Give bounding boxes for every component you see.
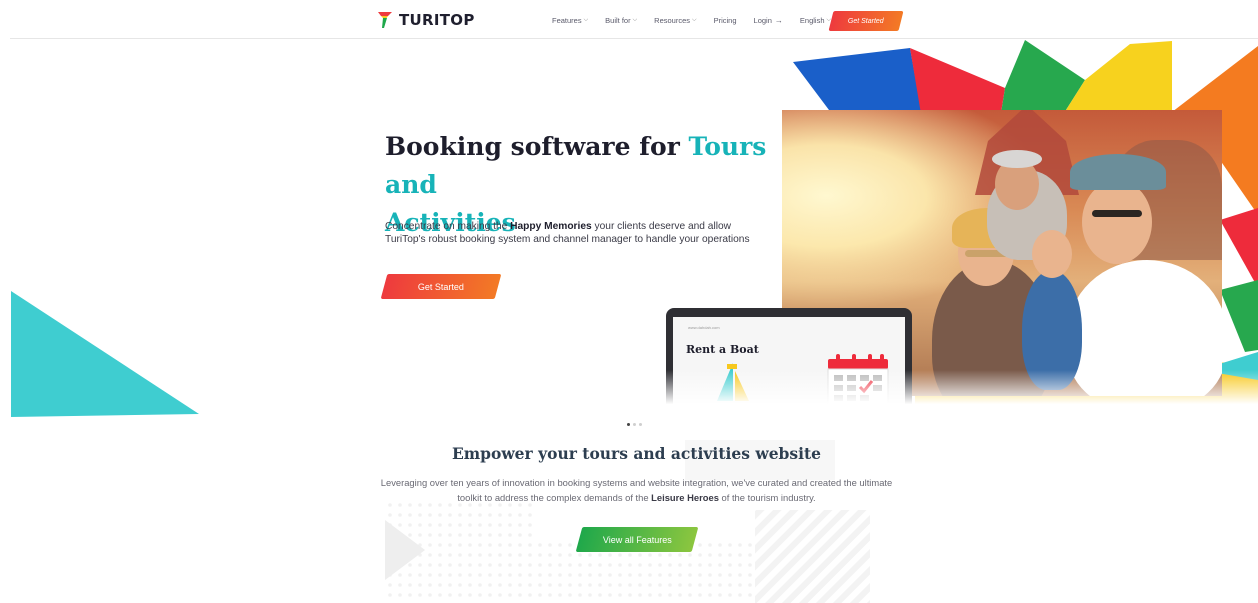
nav-divider <box>10 38 1258 39</box>
nav-item-label: English <box>799 16 825 25</box>
carousel-dots <box>627 423 642 426</box>
person-face <box>1032 230 1072 278</box>
decorative-teal-triangle <box>11 291 199 417</box>
hero-description-bold: Happy Memories <box>510 221 592 232</box>
laptop-url: www.dahdah.com <box>688 325 720 330</box>
nav-item-resources[interactable]: Resources ⌵ <box>654 16 696 25</box>
laptop-heading: Rent a Boat <box>686 343 759 356</box>
sunglasses-shape <box>1092 210 1142 217</box>
carousel-dot[interactable] <box>633 423 636 426</box>
button-label: View all Features <box>602 534 672 545</box>
features-description: Leveraging over ten years of innovation … <box>370 476 903 505</box>
features-description-bold: Leisure Heroes <box>651 491 719 503</box>
arrow-right-icon: → <box>774 16 783 25</box>
turitop-logo-icon <box>378 12 392 28</box>
nav-item-login[interactable]: Login → <box>754 16 783 25</box>
nav-item-label: Login <box>753 16 772 25</box>
chevron-down-icon: ⌵ <box>632 17 638 23</box>
nav-item-label: Built for <box>605 16 631 25</box>
chevron-down-icon: ⌵ <box>692 17 697 23</box>
get-started-nav-button[interactable]: Get Started <box>828 11 904 31</box>
carousel-dot[interactable] <box>627 423 630 426</box>
main-menu: Features ⌵ Built for ⌵ Resources ⌵ Pricing … <box>552 16 848 25</box>
language-selector[interactable]: English ⌵ <box>800 16 831 25</box>
turitop-logo[interactable]: TURITOP <box>377 11 475 29</box>
nav-item-features[interactable]: Features ⌵ <box>552 16 588 25</box>
nav-item-label: Features <box>552 16 582 25</box>
features-description-text: of the tourism industry. <box>718 491 816 503</box>
chevron-down-icon: ⌵ <box>583 17 589 23</box>
nav-item-built-for[interactable]: Built for ⌵ <box>605 16 637 25</box>
top-navigation: TURITOP Features ⌵ Built for ⌵ Resources ⌵ … <box>0 0 1258 38</box>
person-hat <box>1070 154 1166 190</box>
hero-description-text: Concentrate on making the <box>385 221 511 232</box>
get-started-hero-button[interactable]: Get Started <box>380 274 502 299</box>
nav-item-label: Resources <box>654 16 691 25</box>
artwork-fade <box>660 370 1258 406</box>
brand-name: TURITOP <box>399 11 475 29</box>
view-all-features-button[interactable]: View all Features <box>575 527 699 552</box>
background-pattern <box>385 440 870 603</box>
features-title: Empower your tours and activities websit… <box>451 444 822 463</box>
carousel-dot[interactable] <box>639 423 642 426</box>
button-label: Get Started <box>848 17 884 25</box>
person-face <box>1082 180 1152 264</box>
hero-title-text: Booking software for <box>385 132 689 161</box>
person-hair <box>992 150 1042 168</box>
nav-item-label: Pricing <box>713 16 737 25</box>
hero-illustration: www.dahdah.com Rent a Boat <box>660 40 1258 406</box>
nav-item-pricing[interactable]: Pricing <box>714 16 737 25</box>
button-label: Get Started <box>417 281 465 292</box>
